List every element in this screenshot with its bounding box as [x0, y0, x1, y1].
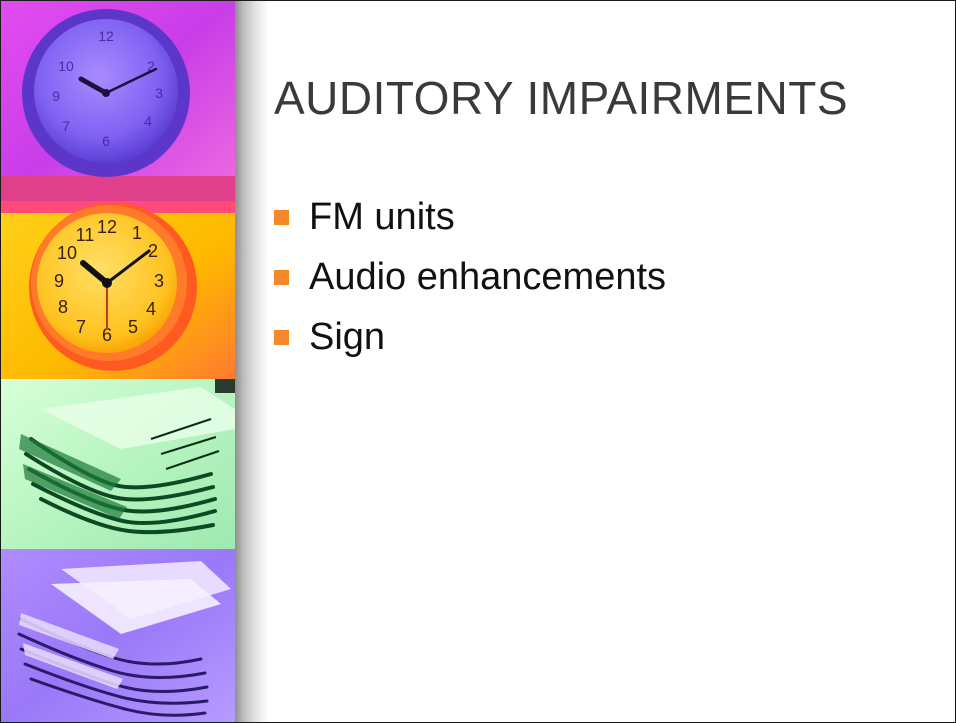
bullet-text: FM units [309, 195, 455, 238]
svg-text:3: 3 [155, 85, 163, 101]
svg-text:7: 7 [76, 317, 86, 337]
purple-clock-image: 12 2 3 4 6 7 9 10 [1, 1, 235, 201]
bullet-text: Sign [309, 315, 386, 358]
svg-text:10: 10 [57, 243, 77, 263]
svg-text:3: 3 [154, 271, 164, 291]
svg-text:12: 12 [97, 217, 117, 237]
bullet-item: Audio enhancements [274, 247, 666, 307]
svg-text:12: 12 [98, 28, 114, 44]
svg-text:10: 10 [58, 58, 74, 74]
bullet-item: Sign [274, 307, 666, 367]
orange-square-bullet-icon [274, 329, 289, 345]
svg-text:11: 11 [76, 225, 95, 245]
violet-papers-image [1, 549, 235, 722]
orange-square-bullet-icon [274, 269, 289, 285]
svg-text:9: 9 [54, 271, 64, 291]
bullet-text: Audio enhancements [309, 255, 667, 298]
decorative-image-strip: 12 2 3 4 6 7 9 10 12 1 2 3 4 5 6 7 8 9 1… [1, 1, 235, 722]
svg-text:5: 5 [128, 317, 138, 337]
svg-text:7: 7 [62, 118, 70, 134]
orange-square-bullet-icon [274, 209, 289, 225]
bullet-list: FM units Audio enhancements Sign [274, 187, 666, 367]
svg-text:6: 6 [102, 133, 110, 149]
svg-text:8: 8 [58, 297, 68, 317]
slide: 12 2 3 4 6 7 9 10 12 1 2 3 4 5 6 7 8 9 1… [0, 0, 956, 723]
svg-text:1: 1 [132, 223, 142, 243]
svg-text:9: 9 [52, 88, 60, 104]
green-papers-image [1, 379, 235, 549]
slide-title: AUDITORY IMPAIRMENTS [274, 72, 849, 124]
bullet-item: FM units [274, 187, 666, 247]
orange-clock-image: 12 1 2 3 4 5 6 7 8 9 10 11 [1, 201, 235, 379]
svg-text:4: 4 [144, 113, 152, 129]
svg-text:4: 4 [146, 299, 156, 319]
strip-shadow [235, 1, 269, 722]
